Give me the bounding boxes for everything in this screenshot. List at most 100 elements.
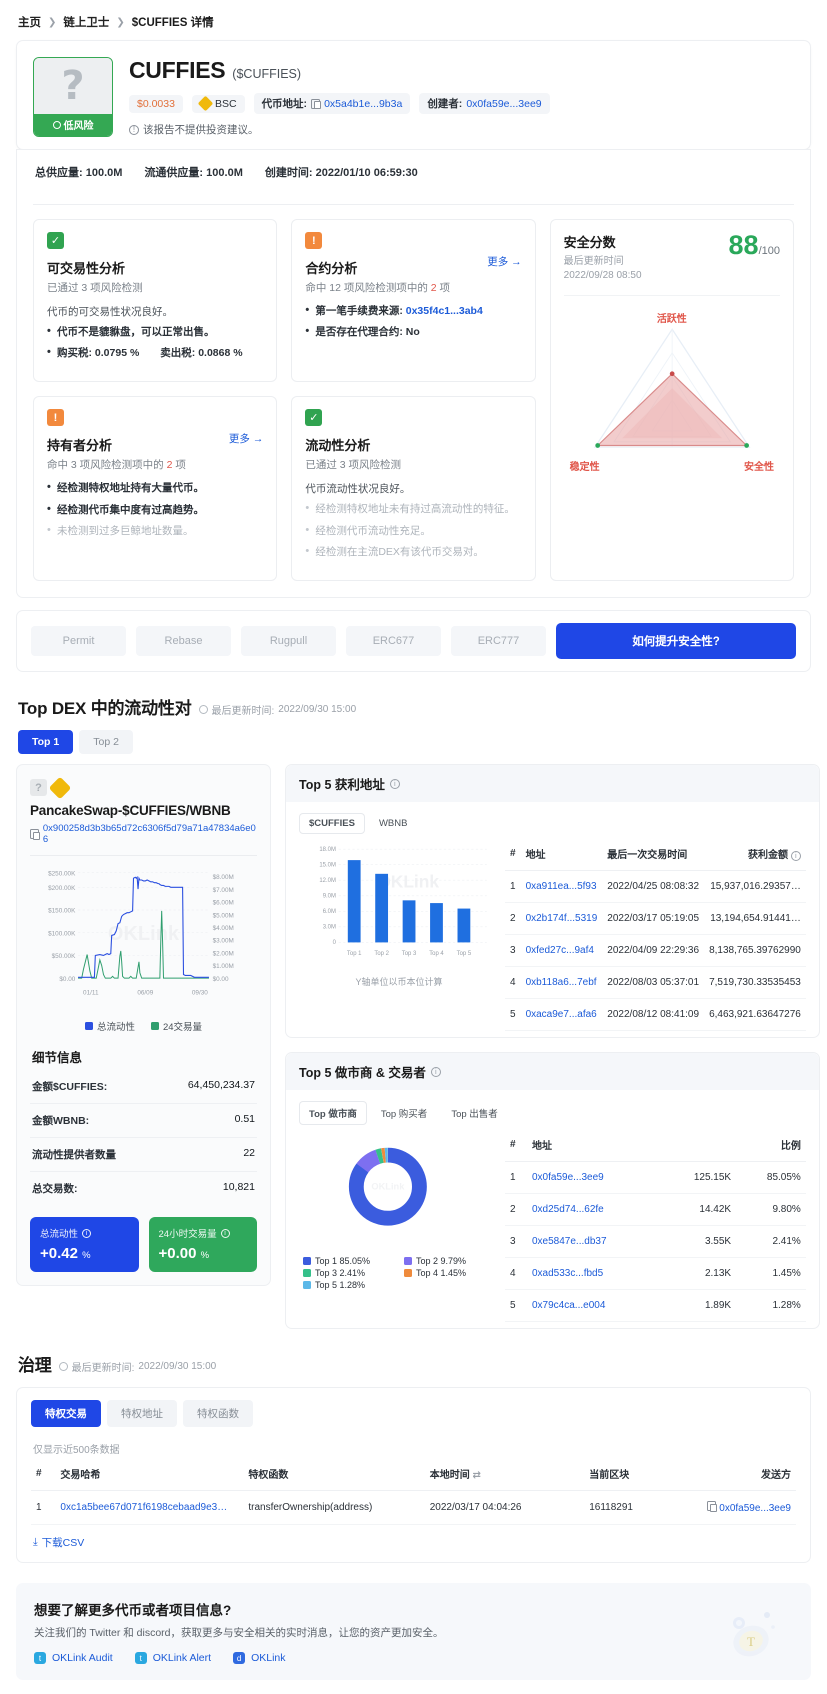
tab-privileged-address[interactable]: 特权地址 [107,1400,177,1428]
detail-row: 总交易数: 10,821 [30,1172,257,1205]
footer-social-links: t OKLink Audit t OKLink Alert d OKLink [34,1652,793,1665]
info-icon[interactable]: i [220,1228,230,1238]
score-header: 安全分数 最后更新时间 2022/09/28 08:50 88/100 [564,232,780,283]
address-link[interactable]: 0xad533c...fbd5 [532,1268,603,1279]
tab-cuffies[interactable]: $CUFFIES [299,813,365,835]
risk-tag-bar: Permit Rebase Rugpull ERC677 ERC777 如何提升… [16,610,811,673]
clock-icon [58,1362,68,1372]
tab-top1[interactable]: Top 1 [18,730,74,755]
tab-top-buyers[interactable]: Top 购买者 [371,1101,437,1125]
footer-title: 想要了解更多代币或者项目信息? [34,1603,232,1619]
cell-address: 0x0fa59e...3ee9 [527,1161,662,1195]
tab-top-sellers[interactable]: Top 出售者 [441,1101,507,1125]
social-link-oklink[interactable]: d OKLink [233,1652,286,1665]
tag-rugpull[interactable]: Rugpull [241,626,336,657]
radar-axis-label-safety: 安全性 [743,462,774,473]
breadcrumb-item-chainguard[interactable]: 链上卫士 [63,14,109,30]
creator-address-link[interactable]: 0x0fa59e...3ee9 [466,98,541,110]
cell-amount: 125.15K [661,1161,737,1195]
tab-top-makers[interactable]: Top 做市商 [299,1101,367,1126]
total-supply: 总供应量: 100.0M [35,167,123,179]
cell-index: 1 [31,1490,56,1526]
card-contract-analysis: ! 更多 → 合约分析 命中 12 项风险检测项中的 2 项 第一笔手续费来源:… [291,219,536,383]
breadcrumb-chevron-icon: ❯ [116,16,125,28]
cell-address: 0xfed27c...9af4 [520,934,603,968]
card-lead: 代币的可交易性状况良好。 [47,306,173,318]
status-warning-icon: ! [305,232,323,249]
social-link-oklink-alert[interactable]: t OKLink Alert [134,1652,211,1665]
profit-bar-chart: OKLink 0 3.0M 6.0M 9.0M 12.0M 15.0M 18.0… [299,840,499,988]
address-link[interactable]: 0xaca9e7...afa6 [526,1009,597,1020]
copy-icon[interactable] [30,829,40,840]
address-link[interactable]: 0xb118a6...7ebf [526,977,597,988]
tag-erc677[interactable]: ERC677 [346,626,441,657]
social-link-oklink-audit[interactable]: t OKLink Audit [34,1652,113,1665]
circulating-supply: 流通供应量: 100.0M [144,167,243,179]
governance-title: 治理 [18,1356,52,1376]
twitter-icon: t [34,1652,46,1665]
total-supply-value: 100.0M [85,167,123,179]
stat-total-liquidity: 总流动性 i +0.42 % [30,1217,139,1273]
copy-icon[interactable] [311,98,321,109]
card-lead: 代币流动性状况良好。 [305,483,411,496]
address-link[interactable]: 0x2b174f...5319 [526,913,598,924]
list-item: 经检测特权地址持有大量代币。 [47,480,263,496]
info-icon[interactable]: i [430,1066,441,1077]
svg-text:12.0M: 12.0M [319,878,336,884]
chain-label: BSC [214,97,237,110]
info-icon[interactable]: i [790,851,801,862]
first-fee-address-link[interactable]: 0x35f4c1...3ab4 [406,305,483,317]
address-link[interactable]: 0x0fa59e...3ee9 [532,1172,604,1183]
card-more-link[interactable]: 更多 → [229,431,263,446]
profit-bar-chart-svg: OKLink 0 3.0M 6.0M 9.0M 12.0M 15.0M 18.0… [319,847,487,957]
svg-text:Top 3: Top 3 [402,951,417,957]
cell-time: 2022/04/09 22:29:36 [602,934,705,968]
address-link[interactable]: 0xe5847e...db37 [532,1236,607,1247]
copy-icon[interactable] [707,1501,717,1512]
tag-permit[interactable]: Permit [31,626,126,657]
tag-rebase[interactable]: Rebase [136,626,231,657]
cell-index: 3 [505,1225,527,1259]
tab-privileged-tx[interactable]: 特权交易 [31,1400,101,1428]
circulating-supply-value: 100.0M [206,167,243,179]
info-icon[interactable]: i [82,1228,92,1238]
tx-hash-link[interactable]: 0xc1a5bee67d071f6198cebaad9e3… [60,1502,227,1513]
question-mark-icon: ? [61,63,85,109]
tab-top2[interactable]: Top 2 [79,730,133,755]
makers-tabs: Top 做市商 Top 购买者 Top 出售者 [299,1101,806,1126]
cell-amount: 15,937,016.29357… [704,870,806,904]
svg-text:Top 1: Top 1 [347,951,362,957]
token-name: CUFFIES [129,57,226,83]
card-more-link[interactable]: 更多 → [487,254,521,269]
address-link[interactable]: 0xfed27c...9af4 [526,945,594,956]
card-item-list: 经检测特权地址持有大量代币。 经检测代币集中度有过高趋势。 未检测到过多巨鲸地址… [47,480,263,539]
shield-check-icon [52,120,61,129]
clock-icon [198,705,208,715]
tab-privileged-function[interactable]: 特权函数 [183,1400,253,1428]
pair-address-link[interactable]: 0x900258d3b3b65d72c6306f5d79a71a47834a6e… [43,823,257,845]
info-icon[interactable]: i [389,778,400,789]
address-link[interactable]: 0x79c4ca...e004 [532,1300,605,1311]
disclaimer: ! 该报告不提供投资建议。 [129,122,794,137]
sort-icon[interactable]: ⇄ [473,1470,481,1481]
address-link[interactable]: 0xd25d74...62fe [532,1204,604,1215]
th-index: # [31,1460,56,1492]
download-csv-link[interactable]: ⤓ 下载CSV [31,1525,86,1552]
tab-wbnb[interactable]: WBNB [369,813,418,834]
th-amount: 获利金额 i [704,840,806,872]
dex-section-updated: 最后更新时间: 2022/09/30 15:00 [198,702,356,717]
contract-address-link[interactable]: 0x5a4b1e...9b3a [324,98,402,110]
tag-erc777[interactable]: ERC777 [451,626,546,657]
sender-link[interactable]: 0x0fa59e...3ee9 [719,1503,791,1514]
svg-text:15.0M: 15.0M [319,863,336,869]
legend-item-top1: Top 1 85.05% [303,1256,398,1266]
svg-text:$0.00: $0.00 [59,976,75,983]
breadcrumb-chevron-icon: ❯ [48,16,57,28]
improve-security-button[interactable]: 如何提升安全性? [556,623,796,660]
created-time-value: 2022/01/10 06:59:30 [315,167,418,179]
breadcrumb-item-home[interactable]: 主页 [18,14,41,30]
address-link[interactable]: 0xa911ea...5f93 [526,881,597,892]
legend-item-liquidity: 总流动性 [84,1019,135,1033]
cell-address: 0x2b174f...5319 [520,902,603,936]
card-title: 流动性分析 [305,438,371,454]
